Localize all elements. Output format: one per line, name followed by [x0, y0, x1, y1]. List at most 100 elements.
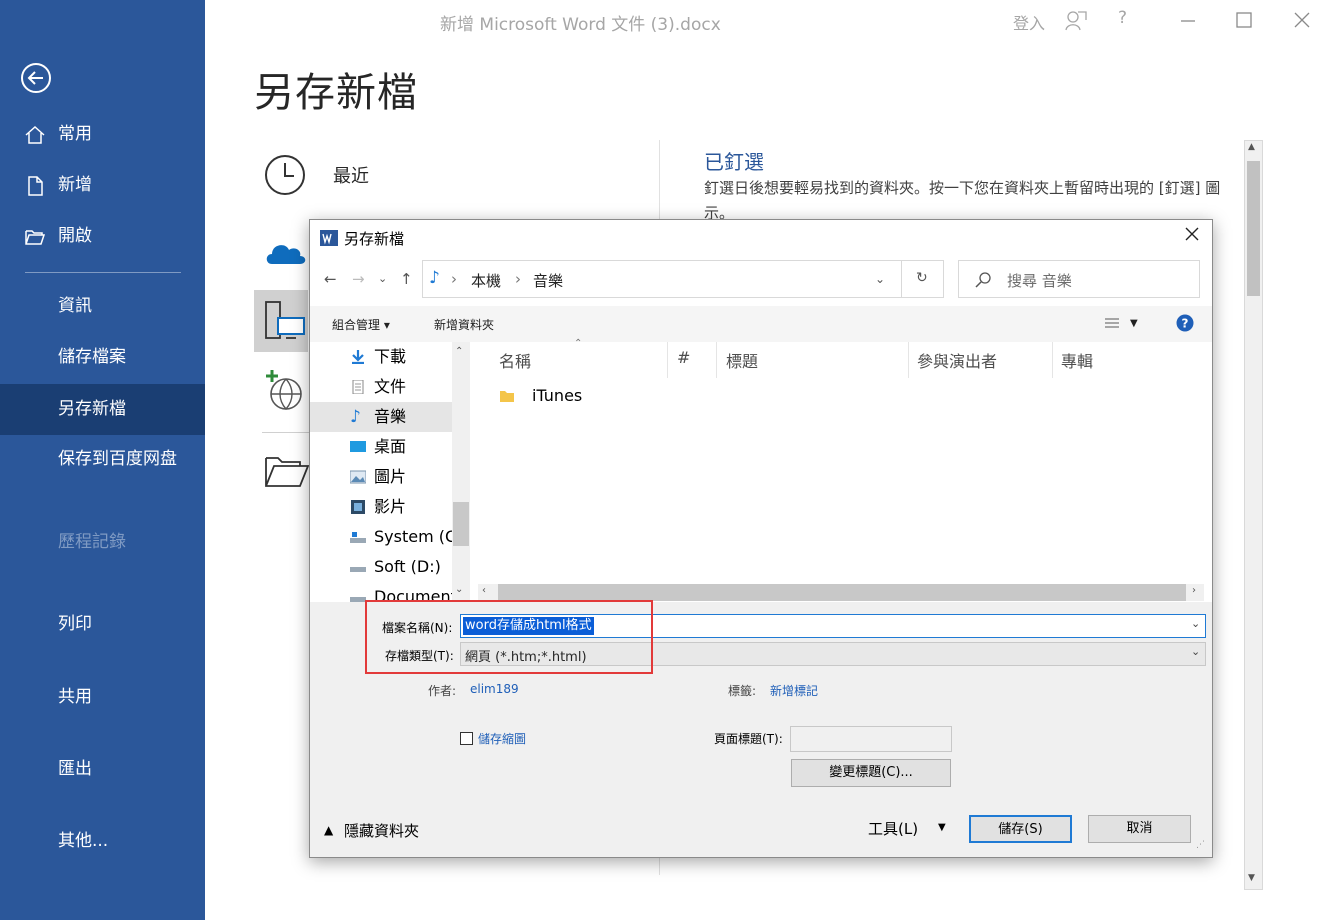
- help-icon[interactable]: ?: [1118, 8, 1127, 28]
- tree-item-label: Soft (D:): [374, 557, 441, 576]
- sidebar-item-share[interactable]: 共用: [0, 676, 205, 718]
- resize-grip-icon[interactable]: ⋰: [1196, 840, 1205, 850]
- sidebar-item-label: 保存到百度网盘: [58, 449, 177, 469]
- coauthor-icon[interactable]: [1064, 8, 1088, 32]
- file-list-hscrollbar[interactable]: ‹ ›: [478, 584, 1204, 601]
- tree-item-downloads[interactable]: 下載: [310, 342, 452, 372]
- maximize-icon[interactable]: [1234, 10, 1254, 30]
- sidebar-item-home[interactable]: 常用: [0, 113, 205, 155]
- location-label: 最近: [333, 166, 369, 187]
- drive-icon: [350, 567, 366, 572]
- chevron-down-icon[interactable]: ⌄: [1191, 645, 1200, 658]
- dialog-close-icon[interactable]: [1184, 226, 1200, 242]
- location-this-pc[interactable]: [254, 290, 308, 352]
- sidebar-item-save-as[interactable]: 另存新檔: [0, 384, 205, 435]
- address-bar[interactable]: ♪ › 本機 › 音樂 ⌄: [422, 260, 902, 298]
- save-button[interactable]: 儲存(S): [969, 815, 1072, 843]
- tools-dropdown-icon[interactable]: ▼: [938, 822, 946, 833]
- column-header-title[interactable]: 標題: [726, 348, 758, 372]
- chevron-down-icon[interactable]: ⌄: [875, 272, 885, 286]
- change-title-button[interactable]: 變更標題(C)...: [791, 759, 951, 787]
- dialog-titlebar[interactable]: 另存新檔: [310, 220, 1212, 256]
- tree-item-drive-c[interactable]: System (C:): [310, 522, 452, 552]
- scrollbar-thumb[interactable]: [498, 584, 1186, 601]
- organize-button[interactable]: 組合管理 ▾: [332, 316, 390, 333]
- thumbnail-checkbox[interactable]: [460, 732, 473, 745]
- chevron-up-icon[interactable]: ▲: [324, 823, 333, 837]
- sidebar-item-baidu[interactable]: 保存到百度网盘: [0, 438, 205, 480]
- refresh-button[interactable]: ↻: [902, 260, 944, 298]
- scroll-up-icon[interactable]: ▲: [1248, 142, 1255, 152]
- column-header-number[interactable]: #: [677, 348, 690, 367]
- sidebar-item-info[interactable]: 資訊: [0, 285, 205, 327]
- help-dialog-icon[interactable]: ?: [1176, 314, 1194, 332]
- search-box[interactable]: 搜尋 音樂: [958, 260, 1200, 298]
- tree-item-documents[interactable]: 文件: [310, 372, 452, 402]
- sidebar-item-export[interactable]: 匯出: [0, 748, 205, 790]
- scroll-down-icon[interactable]: ⌄: [455, 584, 463, 595]
- recent-locations-icon[interactable]: ⌄: [378, 272, 387, 285]
- scroll-up-icon[interactable]: ⌃: [455, 346, 463, 357]
- column-header-album[interactable]: 專輯: [1061, 348, 1093, 372]
- breadcrumb-this-pc[interactable]: 本機: [471, 270, 501, 291]
- cancel-button[interactable]: 取消: [1088, 815, 1191, 843]
- tree-item-drive-d[interactable]: Soft (D:): [310, 552, 452, 582]
- tree-item-videos[interactable]: 影片: [310, 492, 452, 522]
- scroll-left-icon[interactable]: ‹: [482, 585, 486, 596]
- thumbnail-label[interactable]: 儲存縮圖: [478, 730, 526, 747]
- tree-item-pictures[interactable]: 圖片: [310, 462, 452, 492]
- dialog-title: 另存新檔: [344, 230, 405, 248]
- search-placeholder: 搜尋 音樂: [1007, 272, 1072, 290]
- backstage-scrollbar[interactable]: ▲ ▼: [1244, 140, 1263, 890]
- tags-value[interactable]: 新增標記: [770, 682, 818, 699]
- sidebar-item-history: 歷程記錄: [0, 521, 205, 563]
- forward-nav-icon[interactable]: →: [352, 270, 365, 288]
- document-icon: [352, 380, 364, 394]
- column-header-name[interactable]: 名稱: [499, 348, 531, 372]
- scroll-down-icon[interactable]: ▼: [1248, 873, 1255, 883]
- add-place-globe-icon: [266, 370, 302, 411]
- back-nav-icon[interactable]: ←: [324, 270, 337, 288]
- chevron-down-icon[interactable]: ⌄: [1191, 617, 1200, 630]
- sidebar-item-label: 共用: [58, 687, 92, 707]
- close-window-icon[interactable]: [1292, 10, 1312, 30]
- view-options-icon[interactable]: [1104, 317, 1120, 331]
- author-value[interactable]: elim189: [470, 682, 519, 696]
- sidebar-item-more[interactable]: 其他...: [0, 820, 205, 862]
- music-note-icon: ♪: [429, 268, 440, 288]
- sidebar-item-new[interactable]: 新增: [0, 164, 205, 206]
- highlight-annotation: [365, 600, 653, 674]
- sidebar-item-label: 列印: [58, 614, 92, 634]
- sidebar-item-save[interactable]: 儲存檔案: [0, 336, 205, 378]
- list-item[interactable]: iTunes: [494, 384, 674, 408]
- scrollbar-thumb[interactable]: [453, 502, 469, 546]
- new-folder-button[interactable]: 新增資料夾: [434, 316, 494, 333]
- tree-item-label: 音樂: [374, 407, 407, 426]
- sidebar-item-print[interactable]: 列印: [0, 603, 205, 645]
- view-dropdown-icon[interactable]: ▼: [1130, 318, 1138, 329]
- tree-scrollbar[interactable]: ⌃ ⌄: [452, 342, 470, 602]
- tree-item-label: Documents: [374, 587, 452, 602]
- back-arrow-icon[interactable]: [20, 62, 52, 94]
- scroll-right-icon[interactable]: ›: [1192, 585, 1196, 596]
- tags-label: 標籤:: [728, 684, 757, 698]
- column-header-artist[interactable]: 參與演出者: [917, 348, 997, 372]
- minimize-icon[interactable]: [1178, 10, 1198, 30]
- save-as-dialog: 另存新檔 ← → ⌄ ↑ ♪ › 本機 › 音樂 ⌄ ↻ 搜尋 音樂 組合管理 …: [309, 219, 1213, 858]
- breadcrumb-music[interactable]: 音樂: [533, 270, 563, 291]
- tree-item-music[interactable]: ♪ 音樂: [310, 402, 452, 432]
- tree-item-documents-drive[interactable]: Documents: [310, 582, 452, 602]
- tree-item-desktop[interactable]: 桌面: [310, 432, 452, 462]
- up-folder-icon[interactable]: ↑: [400, 270, 413, 288]
- videos-film-icon: [351, 500, 365, 514]
- hide-folders-button[interactable]: 隱藏資料夾: [344, 820, 419, 841]
- browse-folder-icon: [265, 457, 310, 487]
- sidebar-item-open[interactable]: 開啟: [0, 215, 205, 257]
- tools-button[interactable]: 工具(L): [868, 818, 918, 839]
- page-title-input[interactable]: [790, 726, 952, 752]
- scrollbar-thumb[interactable]: [1247, 161, 1260, 296]
- svg-text:?: ?: [1182, 317, 1189, 331]
- location-recent[interactable]: 最近: [254, 142, 658, 204]
- signin-link[interactable]: 登入: [1013, 10, 1045, 34]
- clock-icon: [265, 155, 305, 195]
